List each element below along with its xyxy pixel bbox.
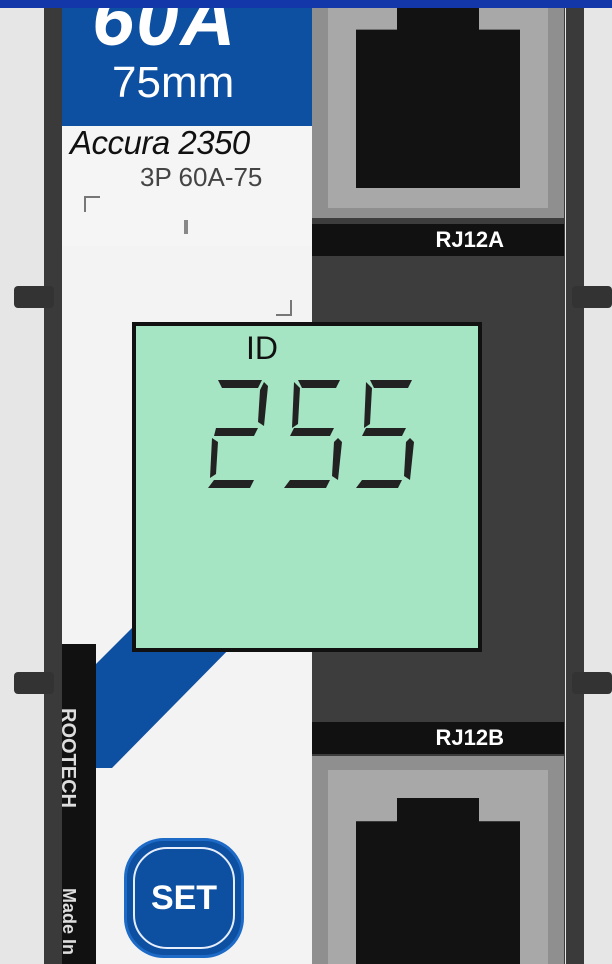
rj12b-port-face	[328, 770, 548, 964]
manufacturer-text: ROOTECH	[62, 708, 79, 808]
rating-label: 60A 75mm	[62, 8, 312, 126]
model-number: 3P 60A-75	[140, 162, 263, 192]
lcd-caption: ID	[246, 330, 278, 366]
right-din-rail	[566, 8, 584, 964]
rj12a-port[interactable]	[312, 8, 564, 218]
frame-corner-icon	[276, 300, 292, 316]
rj12b-label: RJ12B	[312, 722, 564, 754]
set-button[interactable]: SET	[124, 838, 244, 958]
right-mount-tab-lower	[572, 672, 612, 694]
top-edge-bar	[0, 0, 612, 8]
set-button-label: SET	[150, 878, 218, 917]
rj12a-jack-icon	[356, 8, 520, 188]
arrow-marker-icon	[184, 220, 188, 234]
left-mount-tab-upper	[14, 286, 54, 308]
left-din-rail	[44, 8, 62, 964]
rj12a-label: RJ12A	[312, 224, 564, 256]
rj12b-jack-icon	[356, 798, 520, 964]
made-in-text: Made In	[62, 888, 79, 956]
amperage-text: 60A	[92, 8, 238, 62]
rj12a-port-face	[328, 8, 548, 208]
meter-device: 60A 75mm Accura 2350 3P 60A-75 RJ12A RJ1…	[62, 8, 565, 964]
brand-name: Accura 2350	[70, 124, 250, 161]
lcd-display: ID 255	[132, 322, 482, 652]
diameter-text: 75mm	[112, 58, 235, 107]
left-mount-tab-lower	[14, 672, 54, 694]
lcd-value-digits	[208, 380, 414, 488]
right-mount-tab-upper	[572, 286, 612, 308]
rj12b-port[interactable]	[312, 756, 564, 964]
frame-corner-icon	[84, 196, 100, 212]
